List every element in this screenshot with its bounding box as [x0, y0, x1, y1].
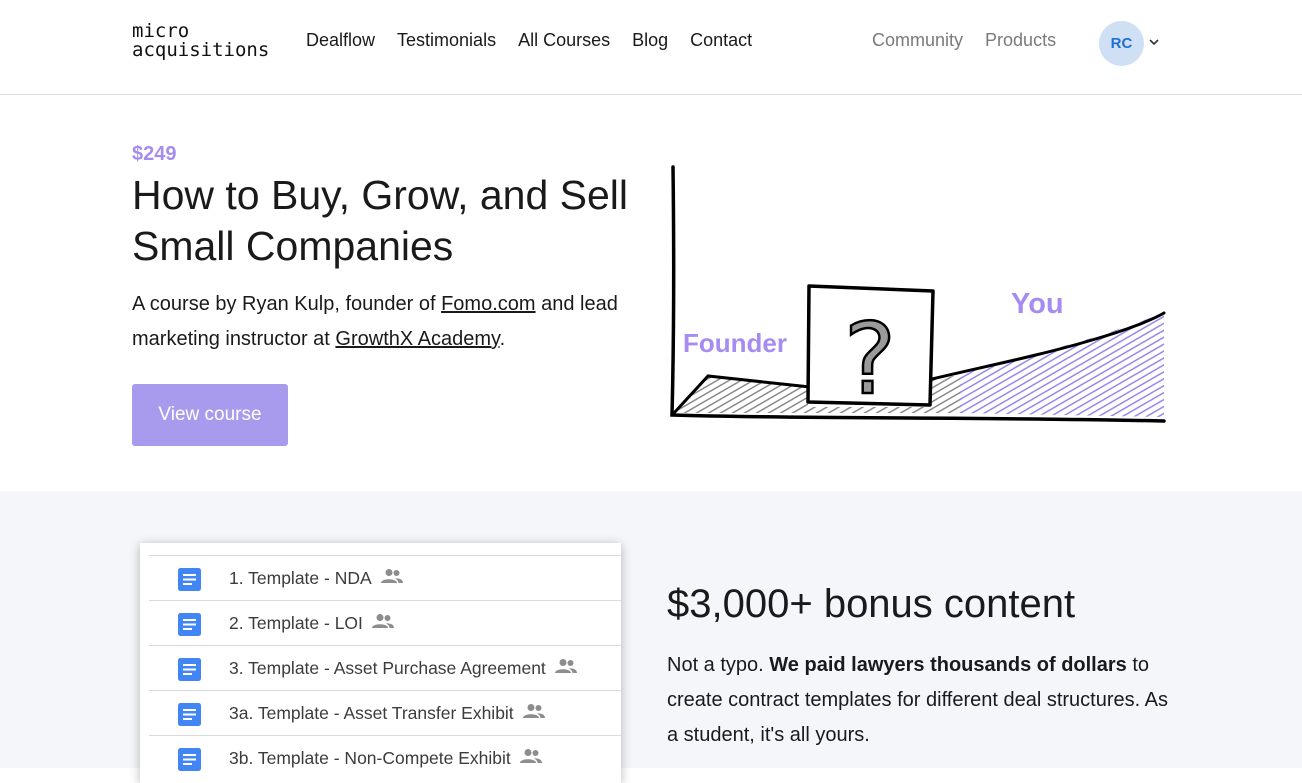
shared-people-icon [554, 658, 577, 673]
course-description: A course by Ryan Kulp, founder of Fomo.c… [132, 287, 652, 357]
document-label: 2. Template - LOI [229, 613, 395, 634]
course-price: $249 [132, 143, 177, 165]
nav-testimonials[interactable]: Testimonials [397, 30, 496, 51]
chevron-down-icon[interactable] [1148, 36, 1160, 48]
founder-label: Founder [683, 328, 787, 358]
document-label: 1. Template - NDA [229, 568, 404, 589]
document-name: 3a. Template - Asset Transfer Exhibit [229, 702, 514, 723]
site-header: micro acquisitions Dealflow Testimonials… [0, 0, 1302, 95]
nav-contact[interactable]: Contact [690, 30, 752, 51]
list-item: 3. Template - Asset Purchase Agreement [149, 645, 621, 690]
nav-dealflow[interactable]: Dealflow [306, 30, 375, 51]
logo-line-2: acquisitions [132, 39, 270, 61]
shared-people-icon [519, 748, 542, 763]
nav-blog[interactable]: Blog [632, 30, 668, 51]
document-icon [178, 658, 201, 681]
shared-people-icon [522, 703, 545, 718]
document-name: 2. Template - LOI [229, 612, 363, 633]
document-label: 3. Template - Asset Purchase Agreement [229, 658, 578, 679]
list-item: 1. Template - NDA [149, 555, 621, 600]
transition-area [930, 375, 962, 413]
shared-people-icon [380, 568, 403, 583]
document-icon [178, 703, 201, 726]
nav-all-courses[interactable]: All Courses [518, 30, 610, 51]
you-label: You [1011, 288, 1064, 320]
document-name: 3b. Template - Non-Compete Exhibit [229, 747, 511, 768]
document-label: 3a. Template - Asset Transfer Exhibit [229, 703, 546, 724]
site-logo[interactable]: micro acquisitions [132, 22, 269, 60]
course-title: How to Buy, Grow, and Sell Small Compani… [132, 172, 629, 269]
document-name: 3. Template - Asset Purchase Agreement [229, 657, 546, 678]
hero-illustration: ? Founder You [670, 165, 1166, 423]
bonus-desc-part1: Not a typo. [667, 654, 770, 676]
view-course-button[interactable]: View course [132, 384, 288, 446]
document-list-screenshot: 1. Template - NDA 2. Template - LOI 3. T… [140, 543, 621, 783]
course-desc-part1: A course by Ryan Kulp, founder of [132, 293, 442, 315]
bonus-description: Not a typo. We paid lawyers thousands of… [667, 648, 1177, 753]
list-item: 3b. Template - Non-Compete Exhibit [149, 735, 621, 780]
course-desc-part3: . [499, 328, 506, 350]
document-icon [178, 613, 201, 636]
shared-people-icon [371, 613, 394, 628]
main-nav: Dealflow Testimonials All Courses Blog C… [306, 30, 752, 51]
founder-area [676, 377, 808, 413]
document-name: 1. Template - NDA [229, 567, 372, 588]
bonus-desc-bold: We paid lawyers thousands of dollars [769, 654, 1127, 676]
growthx-link[interactable]: GrowthX Academy [335, 328, 499, 350]
nav-community[interactable]: Community [872, 30, 963, 51]
list-item: 2. Template - LOI [149, 600, 621, 645]
question-mark: ? [844, 303, 896, 417]
list-item: 3a. Template - Asset Transfer Exhibit [149, 690, 621, 735]
secondary-nav: Community Products [872, 30, 1056, 51]
user-avatar[interactable]: RC [1099, 21, 1144, 66]
fomo-link[interactable]: Fomo.com [441, 293, 535, 315]
document-icon [178, 568, 201, 591]
bonus-title: $3,000+ bonus content [667, 582, 1076, 626]
nav-products[interactable]: Products [985, 30, 1056, 51]
document-label: 3b. Template - Non-Compete Exhibit [229, 748, 543, 769]
